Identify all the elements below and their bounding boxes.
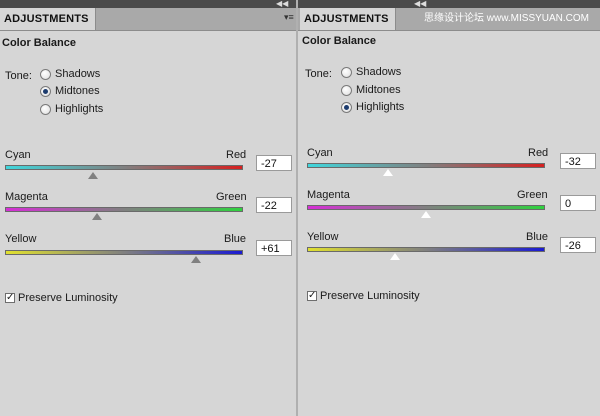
slider-label-red: Red [528, 147, 549, 159]
tone-label: Tone: [305, 68, 332, 80]
slider-label-green: Green [216, 191, 247, 203]
yellow-blue-value-field[interactable]: +61 [256, 240, 292, 256]
color-balance-panel-left: ADJUSTMENTS ◀◀ ▾≡ Color Balance Tone: Sh… [0, 0, 296, 416]
slider-label-blue: Blue [526, 231, 549, 243]
magenta-green-slider-track[interactable] [307, 205, 545, 210]
slider-label-cyan: Cyan [5, 149, 31, 161]
cyan-red-slider-track[interactable] [5, 165, 243, 170]
cyan-red-slider-thumb[interactable] [88, 172, 98, 179]
cyan-red-slider-track[interactable] [307, 163, 545, 168]
slider-label-magenta: Magenta [307, 189, 350, 201]
panel-menu-icon[interactable]: ▾≡ [284, 12, 294, 22]
radio-midtones[interactable] [40, 86, 51, 97]
magenta-green-slider-track[interactable] [5, 207, 243, 212]
slider-label-magenta: Magenta [5, 191, 48, 203]
slider-label-blue: Blue [224, 233, 247, 245]
color-balance-panel-right: ADJUSTMENTS ◀◀ Color Balance Tone: Shado… [298, 0, 600, 416]
panel-tab-row: ADJUSTMENTS ◀◀ ▾≡ [0, 0, 296, 31]
slider-label-red: Red [226, 149, 247, 161]
tab-adjustments[interactable]: ADJUSTMENTS [300, 8, 396, 30]
radio-label-midtones: Midtones [55, 85, 100, 97]
yellow-blue-value-field[interactable]: -26 [560, 237, 596, 253]
slider-label-yellow: Yellow [307, 231, 339, 243]
radio-shadows[interactable] [341, 67, 352, 78]
section-title: Color Balance [2, 37, 76, 49]
yellow-blue-slider-track[interactable] [5, 250, 243, 255]
radio-label-midtones: Midtones [356, 84, 401, 96]
radio-label-shadows: Shadows [55, 68, 101, 80]
tone-label: Tone: [5, 70, 32, 82]
yellow-blue-slider-thumb[interactable] [389, 252, 401, 261]
section-title: Color Balance [302, 35, 376, 47]
radio-shadows[interactable] [40, 69, 51, 80]
magenta-green-slider-thumb[interactable] [92, 213, 102, 220]
preserve-luminosity-checkbox[interactable]: ✓ [307, 291, 317, 301]
watermark-text: 思缘设计论坛 www.MISSYUAN.COM [424, 13, 590, 24]
radio-label-highlights: Highlights [356, 101, 405, 113]
magenta-green-slider-thumb[interactable] [420, 210, 432, 219]
panel-topbar [298, 0, 600, 8]
magenta-green-value-field[interactable]: -22 [256, 197, 292, 213]
preserve-luminosity-checkbox[interactable]: ✓ [5, 293, 15, 303]
slider-label-green: Green [517, 189, 548, 201]
radio-highlights[interactable] [341, 102, 352, 113]
radio-midtones[interactable] [341, 85, 352, 96]
slider-label-cyan: Cyan [307, 147, 333, 159]
tab-adjustments[interactable]: ADJUSTMENTS [0, 8, 96, 30]
cyan-red-value-field[interactable]: -32 [560, 153, 596, 169]
panel-topbar [0, 0, 296, 8]
slider-label-yellow: Yellow [5, 233, 37, 245]
checkmark-icon: ✓ [308, 290, 317, 301]
magenta-green-value-field[interactable]: 0 [560, 195, 596, 211]
double-chevron-icon[interactable]: ◀◀ [276, 0, 288, 8]
preserve-luminosity-label: Preserve Luminosity [320, 290, 420, 302]
double-chevron-icon[interactable]: ◀◀ [414, 0, 426, 8]
yellow-blue-slider-track[interactable] [307, 247, 545, 252]
checkmark-icon: ✓ [6, 292, 15, 303]
radio-highlights[interactable] [40, 104, 51, 115]
yellow-blue-slider-thumb[interactable] [191, 256, 201, 263]
cyan-red-slider-thumb[interactable] [382, 168, 394, 177]
radio-label-highlights: Highlights [55, 103, 104, 115]
radio-label-shadows: Shadows [356, 66, 402, 78]
preserve-luminosity-label: Preserve Luminosity [18, 292, 118, 304]
cyan-red-value-field[interactable]: -27 [256, 155, 292, 171]
